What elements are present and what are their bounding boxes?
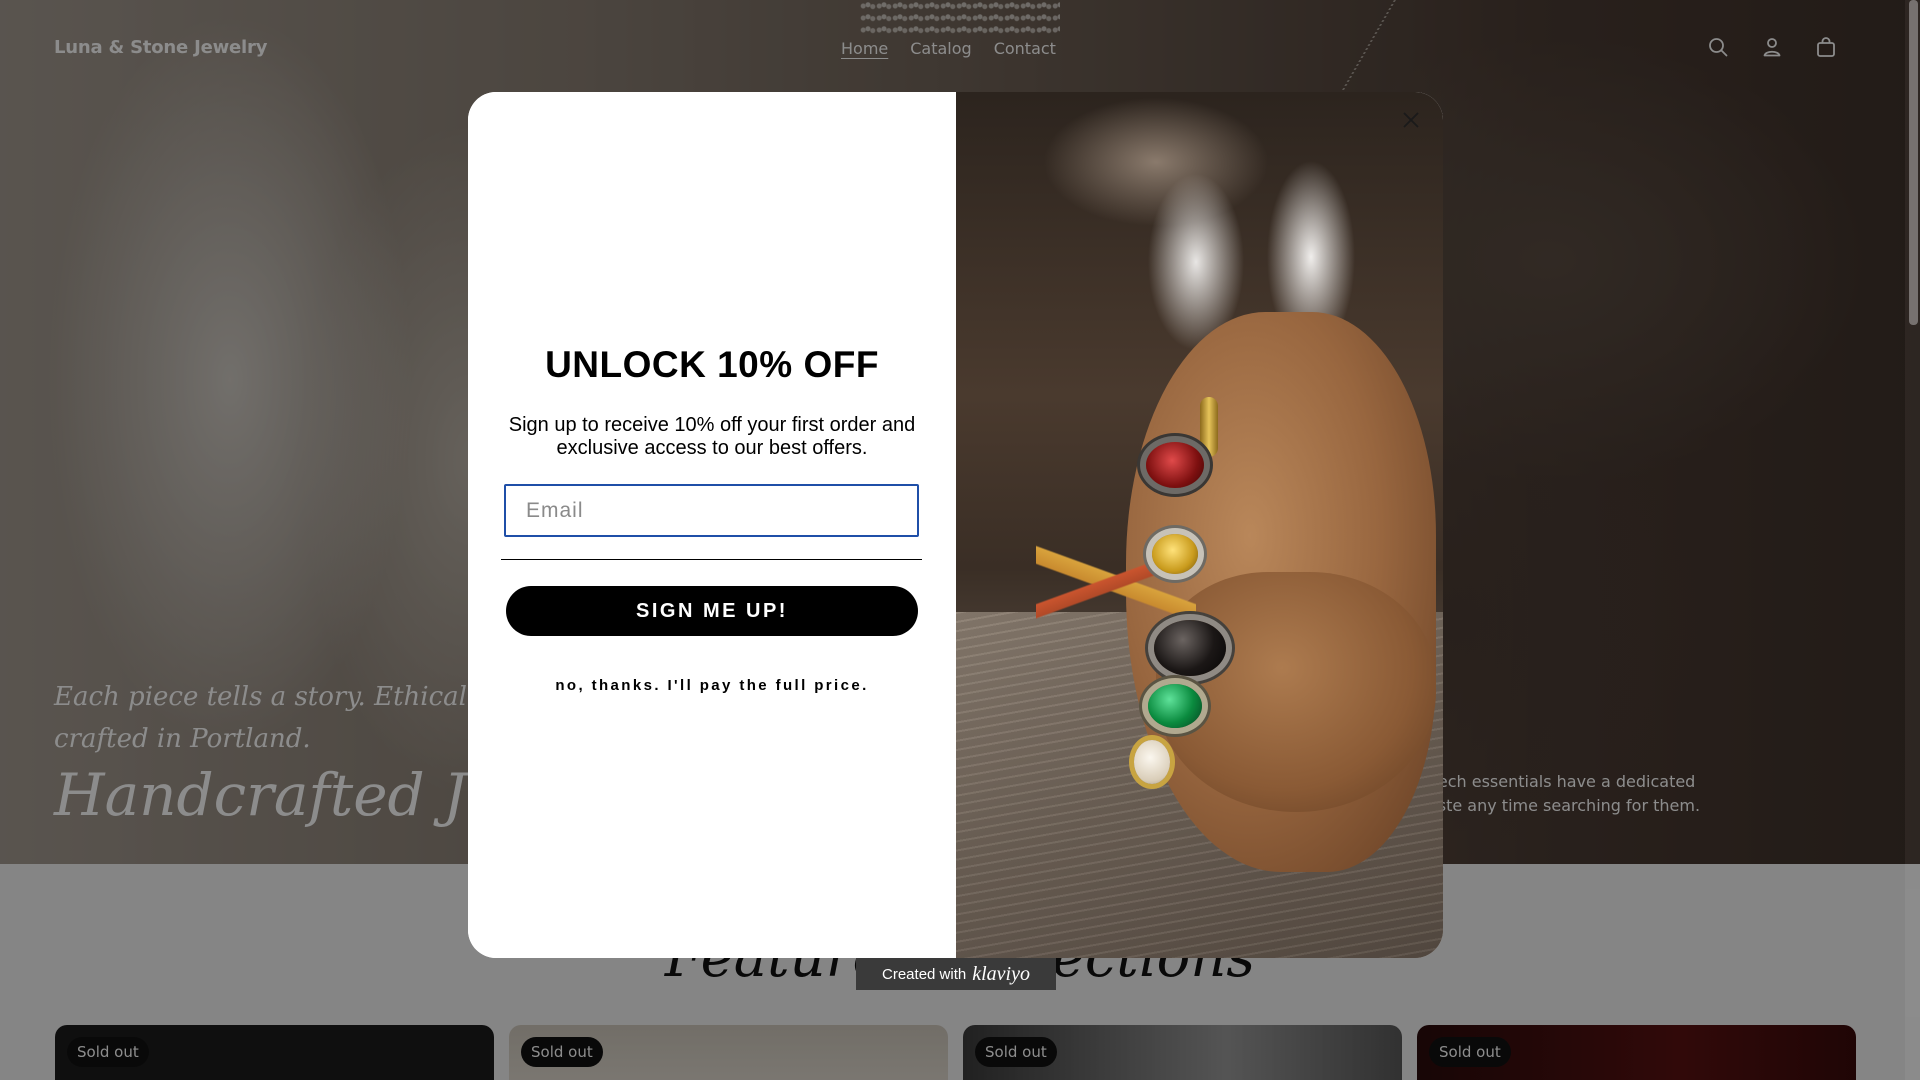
red-ring-image (1146, 442, 1204, 488)
green-ring-image (1148, 684, 1202, 728)
scrollbar-thumb[interactable] (1909, 0, 1918, 325)
popup-image-rings (956, 92, 1443, 958)
sign-me-up-button[interactable]: SIGN ME UP! (506, 586, 918, 636)
yellow-ring-image (1152, 534, 1198, 574)
popup-form-panel: UNLOCK 10% OFF Sign up to receive 10% of… (468, 92, 956, 958)
gold-ring-image (1200, 397, 1218, 457)
signup-popup: UNLOCK 10% OFF Sign up to receive 10% of… (468, 92, 1443, 958)
klaviyo-prefix: Created with (882, 965, 967, 983)
decline-link[interactable]: no, thanks. I'll pay the full price. (468, 677, 956, 694)
close-icon[interactable] (1402, 111, 1420, 134)
klaviyo-badge[interactable]: Created with klaviyo (856, 958, 1056, 990)
close-button[interactable] (1395, 106, 1427, 138)
hand-lower-image (1156, 572, 1436, 812)
popup-subtext: Sign up to receive 10% off your first or… (508, 414, 916, 459)
divider (501, 559, 922, 560)
email-field[interactable] (504, 484, 919, 537)
pearl-ring-image (1134, 740, 1170, 784)
popup-headline: UNLOCK 10% OFF (545, 344, 879, 385)
klaviyo-logo: klaviyo (972, 962, 1030, 985)
black-ring-image (1154, 620, 1226, 676)
